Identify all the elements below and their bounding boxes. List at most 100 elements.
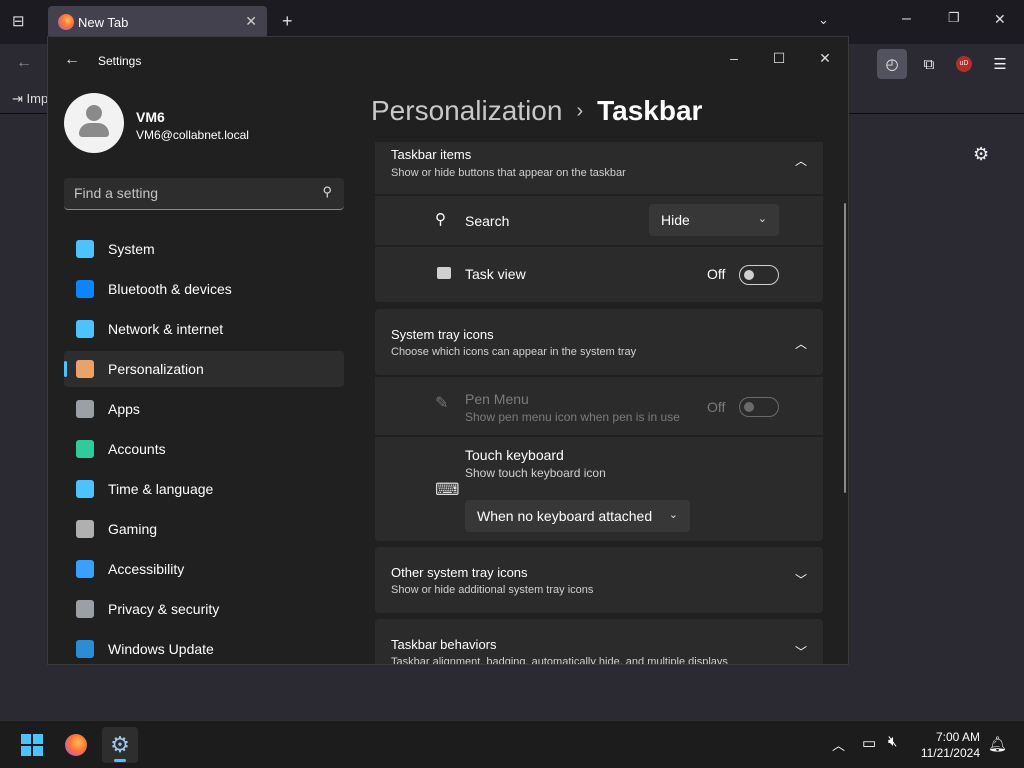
sidebar-item-label: Bluetooth & devices — [108, 281, 232, 297]
menu-icon[interactable]: ☰ — [985, 49, 1015, 79]
pen-menu-toggle — [739, 397, 779, 417]
minimize-icon[interactable]: – — [711, 43, 757, 73]
new-tab-icon[interactable]: + — [282, 11, 293, 32]
sidebar-item-gaming[interactable]: Gaming — [64, 511, 344, 547]
settings-gear-icon: ⚙ — [110, 732, 130, 757]
windows-logo-icon — [21, 734, 43, 756]
sidebar-item-apps[interactable]: Apps — [64, 391, 344, 427]
breadcrumb-parent[interactable]: Personalization — [371, 95, 562, 126]
network-icon[interactable]: ▭ — [862, 734, 876, 752]
clock-time: 7:00 AM — [935, 730, 980, 744]
breadcrumb-current: Taskbar — [597, 95, 703, 126]
breadcrumb-separator: › — [576, 100, 584, 122]
keyboard-icon: ⌨ — [435, 480, 460, 499]
tab-title: New Tab — [78, 15, 129, 30]
task-view-state: Off — [707, 266, 726, 282]
user-name: VM6 — [136, 109, 165, 125]
find-setting-search[interactable]: ⚲ — [64, 178, 344, 210]
minimize-browser-icon[interactable]: – — [902, 10, 911, 28]
tab-list-icon[interactable]: ⊟ — [12, 12, 25, 30]
scrollbar[interactable] — [844, 203, 846, 493]
show-hidden-icons-chevron-icon[interactable]: ︿ — [832, 735, 845, 754]
import-bookmarks-link[interactable]: ⇥ Imp — [12, 91, 48, 107]
start-button[interactable] — [14, 727, 50, 763]
newtab-settings-gear-icon[interactable]: ⚙ — [973, 144, 989, 165]
taskbar-items-subtitle: Show or hide buttons that appear on the … — [391, 167, 626, 179]
search-mode-value: Hide — [661, 212, 690, 228]
taskbar-items-header[interactable]: Taskbar items Show or hide buttons that … — [375, 142, 823, 194]
firefox-taskbar-button[interactable] — [58, 727, 94, 763]
sidebar-item-accessibility[interactable]: Accessibility — [64, 551, 344, 587]
sidebar-item-label: Windows Update — [108, 641, 214, 657]
gamepad-icon — [76, 520, 94, 538]
close-icon[interactable]: ✕ — [802, 43, 848, 73]
task-view-row: Task view Off — [375, 247, 823, 302]
search-setting-label: Search — [465, 213, 510, 229]
touch-keyboard-subtitle: Show touch keyboard icon — [465, 466, 606, 480]
sidebar-item-label: Apps — [108, 401, 140, 417]
other-tray-title: Other system tray icons — [391, 565, 528, 580]
touch-keyboard-label: Touch keyboard — [465, 447, 564, 463]
sidebar-item-accounts[interactable]: Accounts — [64, 431, 344, 467]
search-mode-dropdown[interactable]: Hide ⌄ — [649, 204, 779, 236]
tab-overflow-chevron-icon[interactable]: ⌄ — [818, 12, 829, 28]
taskbar-behaviors-header[interactable]: Taskbar behaviors Taskbar alignment, bad… — [375, 619, 823, 665]
task-view-toggle[interactable] — [739, 265, 779, 285]
sidebar-item-label: Accounts — [108, 441, 166, 457]
sidebar-item-system[interactable]: System — [64, 231, 344, 267]
restore-browser-icon[interactable]: ❐ — [948, 10, 960, 26]
tab-new-tab[interactable]: New Tab ✕ — [48, 6, 267, 38]
back-icon[interactable]: ← — [16, 54, 32, 72]
clock-globe-icon — [76, 480, 94, 498]
avatar — [64, 93, 124, 153]
update-icon — [76, 640, 94, 658]
settings-taskbar-button[interactable]: ⚙ — [102, 727, 138, 763]
system-tray-subtitle: Choose which icons can appear in the sys… — [391, 346, 637, 358]
maximize-icon[interactable]: ☐ — [756, 43, 802, 73]
search-input[interactable] — [74, 185, 304, 201]
search-icon[interactable]: ⚲ — [322, 184, 332, 200]
ublock-icon[interactable]: uD — [949, 49, 979, 79]
sidebar-item-bluetooth-devices[interactable]: Bluetooth & devices — [64, 271, 344, 307]
behaviors-subtitle: Taskbar alignment, badging, automaticall… — [391, 656, 728, 665]
task-view-icon — [437, 267, 451, 279]
touch-keyboard-value: When no keyboard attached — [477, 508, 653, 524]
close-browser-icon[interactable]: ✕ — [994, 11, 1006, 28]
chevron-down-icon[interactable]: ﹀ — [795, 643, 807, 660]
task-view-label: Task view — [465, 266, 526, 282]
sidebar-item-windows-update[interactable]: Windows Update — [64, 631, 344, 664]
pen-menu-label: Pen Menu — [465, 391, 529, 407]
system-tray-header[interactable]: System tray icons Choose which icons can… — [375, 309, 823, 375]
other-tray-subtitle: Show or hide additional system tray icon… — [391, 584, 594, 596]
sidebar-item-privacy-security[interactable]: Privacy & security — [64, 591, 344, 627]
chevron-up-icon[interactable]: ︿ — [795, 152, 807, 169]
shield-icon — [76, 600, 94, 618]
sidebar-item-label: Personalization — [108, 361, 204, 377]
system-tray-title: System tray icons — [391, 327, 494, 342]
touch-keyboard-dropdown[interactable]: When no keyboard attached ⌄ — [465, 500, 690, 532]
notifications-bell-icon[interactable]: 🔔︎ — [988, 735, 1007, 753]
accounts-icon — [76, 440, 94, 458]
chevron-up-icon[interactable]: ︿ — [795, 335, 807, 352]
extensions-icon[interactable]: ⧉ — [914, 49, 944, 79]
taskbar-items-title: Taskbar items — [391, 147, 472, 162]
volume-muted-icon[interactable]: 🔇︎ — [888, 733, 897, 750]
search-icon: ⚲ — [435, 211, 446, 228]
firefox-icon — [58, 14, 74, 30]
accessibility-icon — [76, 560, 94, 578]
pen-menu-state: Off — [707, 399, 726, 415]
search-setting-row: ⚲ Search Hide ⌄ — [375, 196, 823, 245]
taskbar-clock[interactable]: 7:00 AM 11/21/2024 — [921, 729, 980, 761]
firefox-icon — [65, 734, 87, 756]
window-title: Settings — [98, 54, 142, 68]
sidebar-item-time-language[interactable]: Time & language — [64, 471, 344, 507]
chevron-down-icon[interactable]: ﹀ — [795, 571, 807, 588]
sidebar-item-network-internet[interactable]: Network & internet — [64, 311, 344, 347]
other-tray-icons-header[interactable]: Other system tray icons Show or hide add… — [375, 547, 823, 613]
bluetooth-icon — [76, 280, 94, 298]
back-arrow-icon[interactable]: ← — [64, 51, 80, 69]
close-tab-icon[interactable]: ✕ — [245, 13, 257, 30]
extension-status-icon[interactable]: ◴ — [877, 49, 907, 79]
sidebar-item-personalization[interactable]: Personalization — [64, 351, 344, 387]
pen-icon: ✎ — [435, 395, 449, 412]
